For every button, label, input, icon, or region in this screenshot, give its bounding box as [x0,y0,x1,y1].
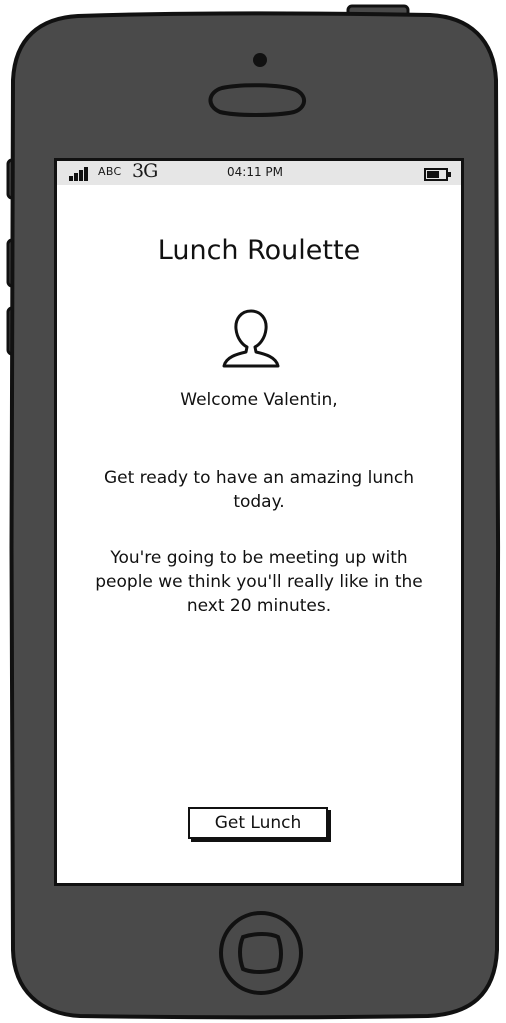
carrier-name: ABC [98,165,122,178]
user-avatar-icon [222,309,280,368]
status-bar: ABC 3G 04:11 PM [57,161,461,185]
battery-icon [424,168,451,181]
welcome-message: Welcome Valentin, [180,390,338,410]
camera-icon [253,53,267,67]
page-title: Lunch Roulette [157,235,361,266]
details-text: You're going to be meeting up with peopl… [95,548,423,616]
signal-bars-icon [69,167,88,181]
get-lunch-button[interactable]: Get Lunch [188,807,328,839]
intro-text: Get ready to have an amazing lunch today… [103,468,415,512]
network-type: 3G [132,161,158,182]
status-time: 04:11 PM [227,165,283,179]
phone-screen: ABC 3G 04:11 PM Lunch Roulette Welcome V… [57,161,461,883]
